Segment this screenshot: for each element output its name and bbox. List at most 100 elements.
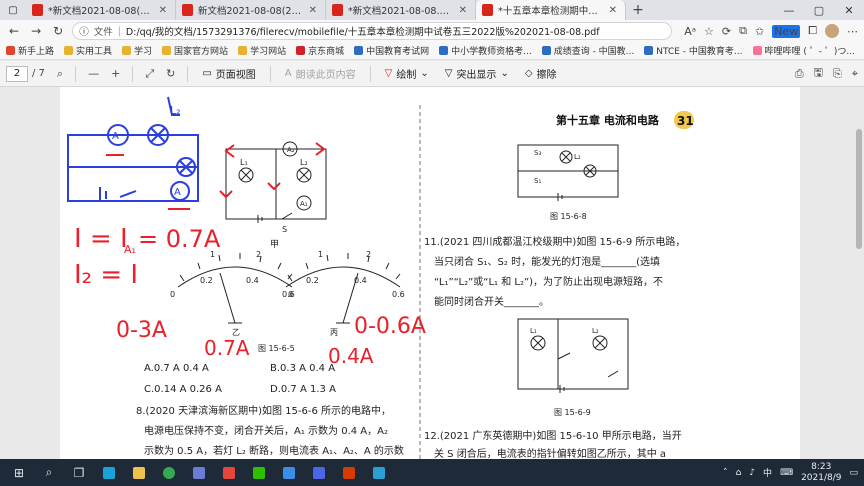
bookmark-folder[interactable]: 国家官方网站 (162, 44, 228, 57)
task-view-icon[interactable]: ❐ (66, 462, 92, 484)
divider (369, 65, 371, 82)
bookmark-folder[interactable]: 实用工具 (64, 44, 112, 57)
close-tab-icon[interactable]: ✕ (159, 5, 167, 16)
back-icon[interactable]: ← (6, 24, 22, 38)
tab-2[interactable]: 新文档2021-08-08(2).pdf ✕ (176, 0, 326, 20)
chrome-icon[interactable] (156, 462, 182, 484)
clock-date: 2021/8/9 (801, 472, 842, 483)
handwritten-a1: A (112, 131, 119, 142)
volume-icon[interactable]: ♪ (749, 468, 755, 478)
draw-button[interactable]: ▽ 绘制 ⌄ (385, 66, 429, 81)
read-aloud-button[interactable]: A 朗读此页内容 (285, 66, 356, 81)
app-icon[interactable] (276, 462, 302, 484)
favorites-icon[interactable]: ✩ (755, 25, 764, 38)
switch-s1-label: S₁ (534, 177, 541, 185)
window-menu-icon[interactable]: ▢ (0, 0, 26, 20)
photos-icon[interactable] (366, 462, 392, 484)
file-explorer-icon[interactable] (126, 462, 152, 484)
fig-caption-15-6-5: 图 15-6-5 (258, 344, 295, 353)
q8-line1: 8.(2020 天津滨海新区期中)如图 15-6-6 所示的电路中， (136, 404, 391, 417)
scroll-thumb[interactable] (856, 129, 862, 249)
save-as-icon[interactable]: ⎘ (833, 67, 842, 81)
scale-bing-06: 0.6 (392, 290, 405, 299)
close-tab-icon[interactable]: ✕ (459, 5, 467, 16)
note-app-icon[interactable] (306, 462, 332, 484)
search-icon[interactable]: ⌕ (36, 462, 62, 484)
switch-s-label: S (282, 225, 287, 234)
fit-page-icon[interactable]: ⤢ (145, 67, 154, 81)
folder-icon (162, 46, 172, 55)
extensions-icon[interactable]: ⧠ (808, 24, 817, 38)
choice-a: A.0.7 A 0.4 A (144, 363, 209, 374)
tab-3[interactable]: *新文档2021-08-08.pdf ✕ (326, 0, 476, 20)
chevron-up-icon[interactable]: ˄ (723, 468, 728, 478)
pin-toolbar-icon[interactable]: ⌖ (852, 67, 858, 81)
bookmark-item[interactable]: 新手上路 (6, 44, 54, 57)
collections-icon[interactable]: ⧉ (739, 24, 747, 38)
lamp-l1-label: L₁ (240, 158, 248, 167)
refresh-page-icon[interactable]: ⟳ (722, 25, 731, 38)
bookmark-item[interactable]: 京东商城 (296, 44, 344, 57)
edge-icon[interactable] (96, 462, 122, 484)
store-icon[interactable] (186, 462, 212, 484)
clock-time: 8:23 (811, 461, 832, 472)
avatar[interactable] (825, 24, 840, 38)
forward-icon[interactable]: → (28, 24, 44, 38)
print-icon[interactable]: ⎙ (795, 67, 804, 81)
recorder-icon[interactable] (216, 462, 242, 484)
bookmark-item[interactable]: 中小学教师资格考... (439, 44, 532, 57)
clock[interactable]: 8:23 2021/8/9 (801, 462, 841, 484)
refresh-icon[interactable]: ↻ (50, 24, 66, 38)
tab-4-active[interactable]: *十五章本章检测期中试卷五三2022版%202021-08-08.pdf ✕ (476, 0, 626, 20)
read-aloud-icon[interactable]: Aᵃ (684, 25, 696, 38)
zoom-out-icon[interactable]: — (88, 67, 99, 80)
separator: | (117, 25, 121, 37)
url-input[interactable]: ⓘ 文件 | D:/qq/我的文档/1573291376/filerecv/mo… (72, 22, 673, 40)
office-icon[interactable] (336, 462, 362, 484)
bookmark-label: 实用工具 (76, 47, 113, 57)
close-tab-icon[interactable]: ✕ (309, 5, 317, 16)
read-aloud-icon: A (284, 68, 292, 79)
wechat-icon[interactable] (246, 462, 272, 484)
bookmark-icon (6, 46, 15, 55)
chevron-down-icon[interactable]: ⌄ (500, 68, 508, 79)
maximize-icon[interactable]: ▢ (804, 0, 834, 20)
close-tab-icon[interactable]: ✕ (609, 5, 617, 16)
bookmark-item[interactable]: 成绩查询 - 中国教... (541, 44, 634, 57)
page-number: 31 (677, 114, 694, 128)
ime-indicator[interactable]: 中 (763, 466, 772, 479)
bookmark-item[interactable]: 中国教育考试网 (354, 44, 429, 57)
zoom-in-icon[interactable]: + (111, 67, 120, 80)
bookmark-label: 国家官方网站 (174, 47, 229, 57)
start-button[interactable]: ⊞ (6, 462, 32, 484)
bookmark-folder[interactable]: 学习网站 (238, 44, 286, 57)
favorite-star-icon[interactable]: ☆ (704, 25, 714, 38)
input-mode-icon[interactable]: ⌨ (780, 468, 793, 478)
bookmark-item[interactable]: 哔哩哔哩 ( ゜- ゜)つ... (752, 44, 855, 57)
bookmark-item[interactable]: NTCE - 中国教育考... (644, 44, 743, 57)
erase-button[interactable]: ◇ 擦除 (525, 66, 557, 81)
more-menu-icon[interactable]: ⋯ (847, 25, 858, 38)
minimize-icon[interactable]: — (774, 0, 804, 20)
bookmark-folder[interactable]: 学习 (122, 44, 152, 57)
page-total: / 7 (32, 68, 45, 79)
save-icon[interactable]: 🖫 (814, 64, 823, 83)
vertical-scrollbar[interactable] (856, 89, 862, 457)
toolbar-right: ⎙ 🖫 ⎘ ⌖ (795, 64, 858, 83)
globe-icon (439, 46, 449, 55)
new-badge[interactable]: New (772, 24, 801, 38)
close-window-icon[interactable]: ✕ (834, 0, 864, 20)
handwritten-eq2: I₂ = I (74, 260, 138, 290)
rotate-icon[interactable]: ↻ (166, 67, 175, 80)
network-icon[interactable]: ⌂ (736, 468, 742, 478)
chevron-down-icon[interactable]: ⌄ (420, 68, 428, 79)
new-tab-button[interactable]: + (626, 0, 650, 20)
system-tray: ˄ ⌂ ♪ 中 ⌨ 8:23 2021/8/9 ▭ (723, 462, 858, 484)
highlight-button[interactable]: ▽ 突出显示 ⌄ (445, 66, 509, 81)
lamp-l2-label: L₂ (300, 158, 308, 167)
tab-1[interactable]: *新文档2021-08-08(1).pdf ✕ (26, 0, 176, 20)
page-number-input[interactable]: 2 (6, 65, 28, 82)
search-icon[interactable]: ⌕ (57, 67, 63, 81)
notification-icon[interactable]: ▭ (849, 468, 858, 478)
page-view-button[interactable]: ▭ 页面视图 (202, 66, 255, 81)
